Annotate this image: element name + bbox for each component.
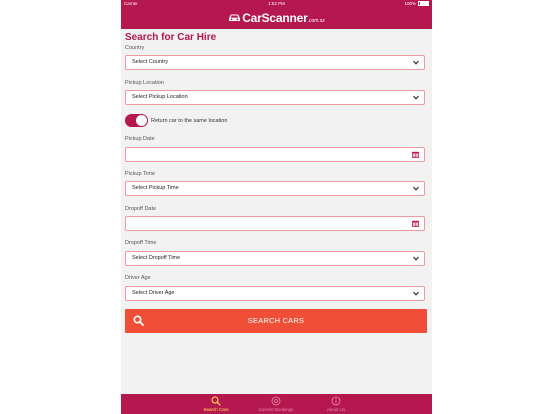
country-label: Country (125, 45, 145, 51)
battery-percent: 100% (404, 1, 416, 6)
search-icon (211, 396, 221, 406)
calendar-icon (412, 220, 419, 227)
battery-icon (418, 0, 429, 7)
battery-status: 100% (404, 0, 429, 8)
dropoff-date-label: Dropoff Date (125, 206, 157, 212)
driver-age-select-value: Select Driver Age (132, 290, 175, 296)
pickup-time-select-value: Select Pickup Time (132, 185, 179, 191)
pickup-location-select-value: Select Pickup Location (132, 94, 188, 100)
toggle-knob (136, 115, 147, 126)
tab-search-cars-label: Search Cars (203, 407, 229, 412)
status-time: 1:52 PM (268, 1, 285, 6)
driver-age-label: Driver Age (125, 275, 151, 281)
tab-current-bookings-label: Current Bookings (258, 407, 294, 412)
chevron-down-icon (413, 291, 419, 296)
page-title: Search for Car Hire (125, 32, 217, 43)
tab-about-us[interactable]: About Us (306, 394, 366, 414)
dropoff-time-select-value: Select Dropoff Time (132, 255, 181, 261)
tab-search-cars[interactable]: Search Cars (186, 394, 246, 414)
status-bar: Carrier 1:52 PM 100% (121, 0, 432, 8)
pickup-time-select[interactable]: Select Pickup Time (125, 181, 425, 196)
search-cars-button[interactable]: SEARCH CARS (125, 309, 427, 333)
return-same-location-label: Return car to the same location (151, 118, 228, 124)
dropoff-date-field[interactable] (125, 216, 425, 231)
app-screen: Carrier 1:52 PM 100% CarScanner.com.sz S… (121, 0, 432, 414)
pickup-date-label: Pickup Date (125, 136, 155, 142)
brand-name: CarScanner (242, 11, 308, 25)
chevron-down-icon (413, 256, 419, 261)
search-form: Search for Car Hire Country Select Count… (121, 29, 432, 394)
country-select[interactable]: Select Country (125, 55, 425, 70)
brand-suffix: .com.sz (307, 18, 325, 24)
app-logo: CarScanner.com.sz (121, 10, 432, 29)
bookings-icon (271, 396, 281, 406)
pickup-location-label: Pickup Location (125, 80, 164, 86)
pickup-time-label: Pickup Time (125, 171, 155, 177)
dropoff-time-select[interactable]: Select Dropoff Time (125, 251, 425, 266)
tab-bar: Search Cars Current Bookings About Us (121, 394, 432, 414)
driver-age-select[interactable]: Select Driver Age (125, 286, 425, 301)
chevron-down-icon (413, 60, 419, 65)
country-select-value: Select Country (132, 59, 169, 65)
chevron-down-icon (413, 95, 419, 100)
car-logo-icon (229, 14, 241, 22)
info-icon (331, 396, 341, 406)
tab-current-bookings[interactable]: Current Bookings (246, 394, 306, 414)
tab-about-us-label: About Us (326, 407, 346, 412)
pickup-date-field[interactable] (125, 147, 425, 162)
dropoff-time-label: Dropoff Time (125, 240, 157, 246)
return-same-location-toggle[interactable] (125, 114, 148, 127)
calendar-icon (412, 151, 419, 158)
pickup-location-select[interactable]: Select Pickup Location (125, 90, 425, 105)
chevron-down-icon (413, 186, 419, 191)
search-cars-label: SEARCH CARS (247, 316, 305, 325)
app-header: Carrier 1:52 PM 100% CarScanner.com.sz (121, 0, 432, 29)
